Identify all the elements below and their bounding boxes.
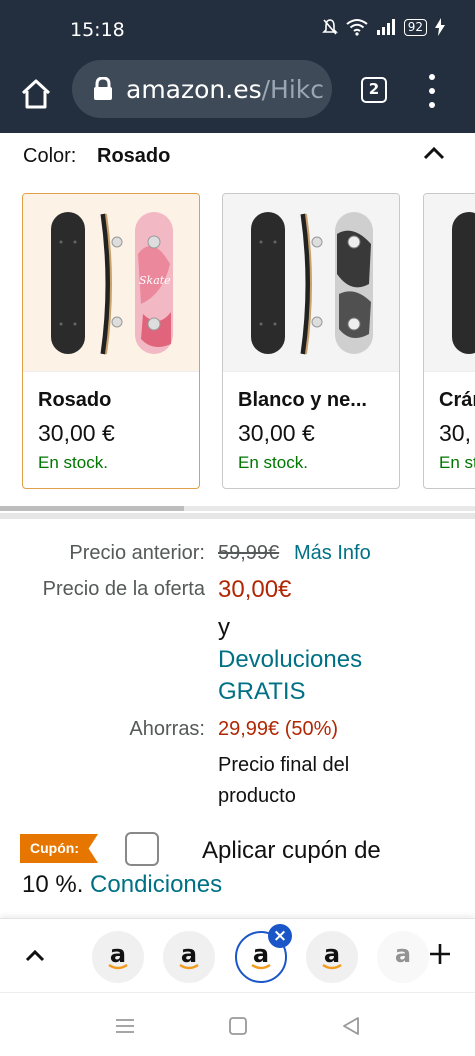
- free-returns-link[interactable]: Devoluciones: [218, 646, 362, 674]
- amazon-smile-icon: [179, 963, 199, 970]
- coupon-text: Aplicar cupón de: [202, 837, 381, 864]
- charging-icon: [435, 18, 445, 36]
- home-square-icon[interactable]: [225, 1013, 251, 1039]
- carousel-scrollbar[interactable]: [0, 506, 475, 511]
- savings-value: 29,99€ (50%): [218, 718, 339, 740]
- final-price-note-line2: producto: [218, 785, 296, 807]
- and-text: y: [218, 614, 230, 641]
- chevron-up-icon[interactable]: [420, 139, 448, 167]
- home-icon[interactable]: [18, 76, 54, 112]
- offer-price-value: 30,00€: [218, 576, 292, 603]
- skateboard-image: [223, 194, 399, 372]
- swatch-stock: En stock.: [38, 453, 108, 472]
- swatch-price: 30,00 €: [238, 420, 315, 446]
- browser-toolbar: amazon.es/Hikc 2: [0, 58, 475, 133]
- status-icons: 92: [321, 18, 445, 36]
- free-returns-link-line2[interactable]: GRATIS: [218, 678, 306, 706]
- swatch-stock: En stock.: [238, 453, 308, 472]
- amazon-smile-icon: [108, 963, 128, 970]
- svg-text:Skate: Skate: [139, 274, 171, 287]
- color-value: Rosado: [97, 145, 171, 167]
- swatch-price: 30,: [439, 420, 471, 446]
- status-time: 15:18: [70, 19, 125, 41]
- swatch-blanco-y-negro[interactable]: Blanco y ne... 30,00 € En stock.: [222, 193, 400, 489]
- status-bar: 15:18 92: [0, 0, 475, 58]
- color-swatch-carousel[interactable]: Skate Rosado 30,00 € En stock. Blanco y …: [0, 193, 475, 493]
- tab-amazon-5[interactable]: a: [377, 931, 429, 983]
- swatch-stock: En st: [439, 453, 475, 472]
- chevron-up-icon[interactable]: [20, 941, 50, 971]
- tab-amazon-1[interactable]: a: [92, 931, 144, 983]
- swatch-name: Crán: [439, 389, 475, 411]
- tab-amazon-4[interactable]: a: [306, 931, 358, 983]
- wifi-icon: [346, 19, 368, 36]
- battery-indicator: 92: [403, 18, 427, 36]
- url-path: /Hikc: [261, 74, 324, 104]
- tab-switcher-button[interactable]: 2: [361, 77, 387, 103]
- mute-icon: [321, 19, 338, 35]
- skateboard-image: [424, 194, 475, 372]
- overflow-menu-icon[interactable]: [420, 74, 444, 108]
- amazon-smile-icon: [322, 963, 342, 970]
- swatch-rosado[interactable]: Skate Rosado 30,00 € En stock.: [22, 193, 200, 489]
- add-tab-icon[interactable]: [425, 939, 455, 969]
- address-bar[interactable]: amazon.es/Hikc: [72, 60, 332, 118]
- coupon-text-line2: 10 %. Condiciones: [22, 871, 222, 899]
- final-price-note: Precio final del: [218, 754, 350, 776]
- tab-amazon-2[interactable]: a: [163, 931, 215, 983]
- signal-icon: [376, 19, 395, 35]
- lock-icon: [94, 77, 112, 100]
- swatch-craneo[interactable]: Crán 30, En st: [423, 193, 475, 489]
- back-icon[interactable]: [338, 1013, 364, 1039]
- close-tab-icon[interactable]: ×: [268, 924, 292, 948]
- url-host: amazon.es: [126, 74, 262, 104]
- previous-price-label: Precio anterior:: [69, 542, 205, 564]
- tab-strip: a a a a a: [0, 918, 475, 992]
- swatch-name: Blanco y ne...: [238, 389, 367, 411]
- offer-price-label: Precio de la oferta: [42, 578, 205, 600]
- amazon-logo-icon: a: [394, 940, 412, 968]
- color-label: Color:: [23, 145, 77, 167]
- more-info-link[interactable]: Más Info: [294, 542, 371, 565]
- swatch-name: Rosado: [38, 389, 112, 411]
- skateboard-image: Skate: [23, 194, 199, 372]
- coupon-checkbox[interactable]: [125, 832, 159, 866]
- carousel-scroll-thumb[interactable]: [0, 506, 184, 511]
- previous-price-value: 59,99€: [218, 542, 280, 564]
- system-navigation-bar: [0, 992, 475, 1056]
- savings-label: Ahorras:: [129, 718, 205, 740]
- coupon-percent: 10 %.: [22, 871, 84, 898]
- menu-icon[interactable]: [112, 1013, 138, 1039]
- swatch-price: 30,00 €: [38, 420, 115, 446]
- section-divider: [0, 513, 475, 519]
- color-selector-header: Color: Rosado: [0, 133, 475, 188]
- amazon-smile-icon: [251, 963, 271, 970]
- coupon-conditions-link[interactable]: Condiciones: [90, 871, 222, 898]
- coupon-badge: Cupón:: [20, 834, 98, 863]
